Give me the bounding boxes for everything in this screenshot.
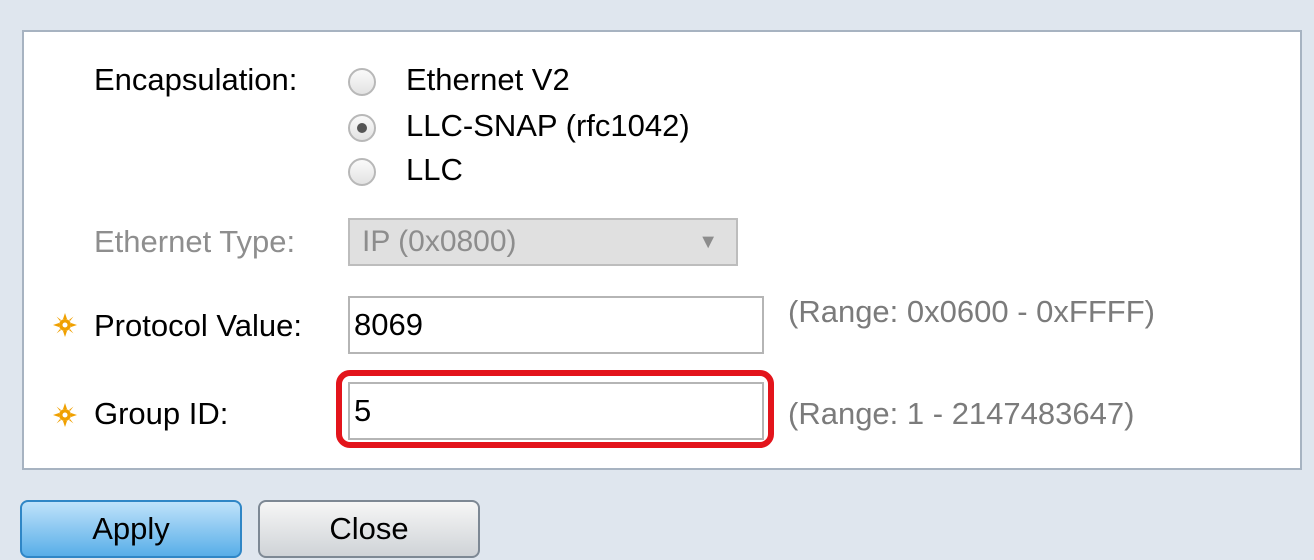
required-star-icon: [53, 403, 77, 427]
group-id-range: (Range: 1 - 2147483647): [788, 396, 1135, 431]
group-id-highlight-box: [336, 370, 774, 448]
protocol-value-label: Protocol Value:: [94, 308, 302, 343]
close-button[interactable]: Close: [258, 500, 480, 558]
radio-llc-snap[interactable]: [348, 114, 376, 142]
protocol-group-form-panel: Encapsulation: Ethernet V2 LLC-SNAP (rfc…: [22, 30, 1302, 470]
radio-ethernet-v2-label[interactable]: Ethernet V2: [406, 62, 570, 98]
required-star-icon: [53, 313, 77, 337]
ethernet-type-value: IP (0x0800): [362, 225, 517, 258]
encapsulation-label: Encapsulation:: [94, 62, 298, 97]
dropdown-arrow-icon: ▼: [698, 231, 718, 253]
protocol-value-input[interactable]: 8069: [348, 296, 764, 354]
ethernet-type-select[interactable]: IP (0x0800) ▼: [348, 218, 738, 266]
radio-selected-dot: [357, 123, 367, 133]
apply-button[interactable]: Apply: [20, 500, 242, 558]
radio-llc[interactable]: [348, 158, 376, 186]
group-id-label: Group ID:: [94, 396, 229, 431]
radio-llc-snap-label[interactable]: LLC-SNAP (rfc1042): [406, 108, 690, 144]
radio-ethernet-v2[interactable]: [348, 68, 376, 96]
ethernet-type-label: Ethernet Type:: [94, 224, 296, 259]
protocol-value-range: (Range: 0x0600 - 0xFFFF): [788, 294, 1155, 329]
radio-llc-label[interactable]: LLC: [406, 152, 463, 188]
